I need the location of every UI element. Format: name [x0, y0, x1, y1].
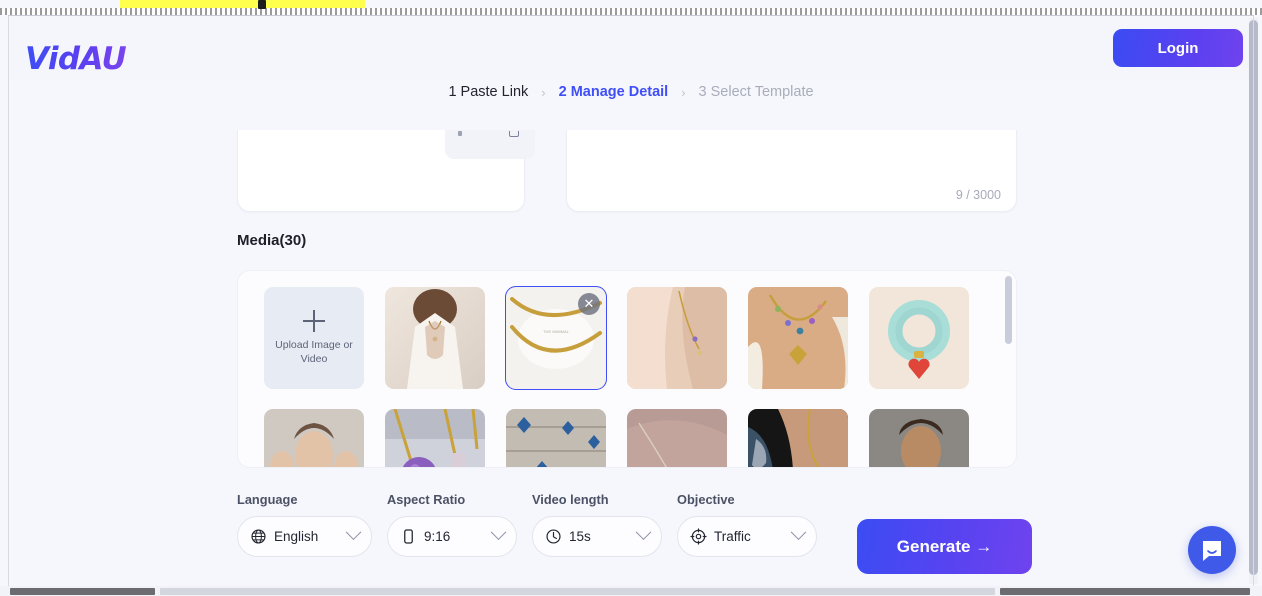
media-panel: Upload Image or Video THE MINIMAL ✕ [237, 270, 1017, 468]
pill-small-icon [458, 131, 462, 136]
brand-logo[interactable]: VidAU [25, 44, 127, 75]
viewport-left-edge [8, 16, 9, 586]
media-thumbnail [264, 409, 364, 467]
media-section-title: Media(30) [237, 232, 307, 249]
upload-tile-label: Upload Image or Video [275, 339, 353, 365]
media-grid: Upload Image or Video THE MINIMAL ✕ [264, 286, 994, 467]
media-thumbnail [748, 409, 848, 467]
media-tile[interactable] [264, 409, 364, 467]
media-thumbnail [869, 409, 969, 467]
media-thumbnail [748, 287, 848, 389]
breadcrumb-step-select-template[interactable]: 3 Select Template [699, 84, 814, 100]
media-panel-scrollbar[interactable] [1005, 276, 1012, 344]
main-content: 9 / 3000 Media(30) Upload Image or Video [9, 120, 1244, 585]
media-tile[interactable] [506, 409, 606, 467]
card-action-pill[interactable] [445, 130, 535, 159]
breadcrumb-separator-icon: › [541, 84, 546, 100]
objective-control: Objective Traffic [677, 492, 817, 557]
ruler-divider [8, 15, 1254, 16]
aspect-ratio-label: Aspect Ratio [387, 492, 466, 507]
pill-download-icon [509, 131, 519, 137]
upload-media-tile[interactable]: Upload Image or Video [264, 287, 364, 389]
annotation-glyph [258, 0, 266, 9]
language-value: English [274, 529, 319, 544]
chevron-down-icon [345, 524, 362, 541]
target-icon [690, 528, 707, 545]
media-tile[interactable] [385, 287, 485, 389]
arrow-right-icon: → [975, 536, 993, 556]
chevron-down-icon [490, 524, 507, 541]
chat-bubble-icon [1203, 541, 1221, 561]
breadcrumb-separator-icon: › [681, 84, 686, 100]
video-length-select[interactable]: 15s [532, 516, 662, 557]
video-length-value: 15s [569, 529, 591, 544]
description-card[interactable]: 9 / 3000 [566, 130, 1017, 212]
objective-select[interactable]: Traffic [677, 516, 817, 557]
viewport-right-edge [1253, 16, 1254, 586]
horizontal-scrollbar-thumb[interactable] [1000, 588, 1250, 595]
aspect-ratio-value: 9:16 [424, 529, 451, 544]
language-label: Language [237, 492, 298, 507]
app-root: VidAU Login 1 Paste Link › 2 Manage Deta… [0, 0, 1262, 596]
breadcrumb-step-manage-detail[interactable]: 2 Manage Detail [559, 84, 669, 100]
page-header: VidAU Login [9, 17, 1253, 79]
media-thumbnail [627, 287, 727, 389]
breadcrumb-step-paste-link[interactable]: 1 Paste Link [448, 84, 528, 100]
language-control: Language English [237, 492, 372, 557]
chat-widget-button[interactable] [1188, 526, 1236, 574]
close-icon[interactable]: ✕ [578, 293, 600, 315]
objective-value: Traffic [714, 529, 751, 544]
top-ruler [0, 8, 1262, 15]
language-select[interactable]: English [237, 516, 372, 557]
globe-icon [251, 529, 266, 544]
phone-icon [404, 529, 413, 544]
media-thumbnail [627, 409, 727, 467]
objective-label: Objective [677, 492, 735, 507]
media-tile[interactable] [385, 409, 485, 467]
generate-button-label: Generate [896, 536, 971, 556]
detail-cards-row: 9 / 3000 [237, 130, 1017, 215]
character-counter: 9 / 3000 [955, 188, 1001, 202]
media-tile[interactable] [748, 409, 848, 467]
media-tile[interactable] [627, 409, 727, 467]
horizontal-scrollbar-thumb[interactable] [160, 588, 995, 595]
media-tile-selected[interactable]: THE MINIMAL ✕ [505, 286, 607, 390]
chevron-down-icon [635, 524, 652, 541]
media-tile[interactable] [748, 287, 848, 389]
aspect-ratio-control: Aspect Ratio 9:16 [387, 492, 517, 557]
video-length-control: Video length 15s [532, 492, 662, 557]
media-thumbnail [385, 409, 485, 467]
login-button[interactable]: Login [1113, 29, 1243, 67]
horizontal-scrollbar-thumb[interactable] [10, 588, 155, 595]
chevron-down-icon [790, 524, 807, 541]
media-tile[interactable] [869, 287, 969, 389]
media-thumbnail [385, 287, 485, 389]
clock-icon [546, 529, 561, 544]
media-thumbnail [869, 287, 969, 389]
media-thumbnail [506, 409, 606, 467]
plus-icon [303, 310, 325, 332]
media-tile[interactable] [869, 409, 969, 467]
product-info-card [237, 130, 535, 212]
aspect-ratio-select[interactable]: 9:16 [387, 516, 517, 557]
video-length-label: Video length [532, 492, 609, 507]
breadcrumb: 1 Paste Link › 2 Manage Detail › 3 Selec… [0, 84, 1262, 100]
media-tile[interactable] [627, 287, 727, 389]
generate-button[interactable]: Generate → [857, 519, 1032, 574]
generation-controls: Language English Aspect Ratio 9:16 Video… [237, 492, 1037, 574]
svg-text:THE MINIMAL: THE MINIMAL [543, 329, 570, 334]
